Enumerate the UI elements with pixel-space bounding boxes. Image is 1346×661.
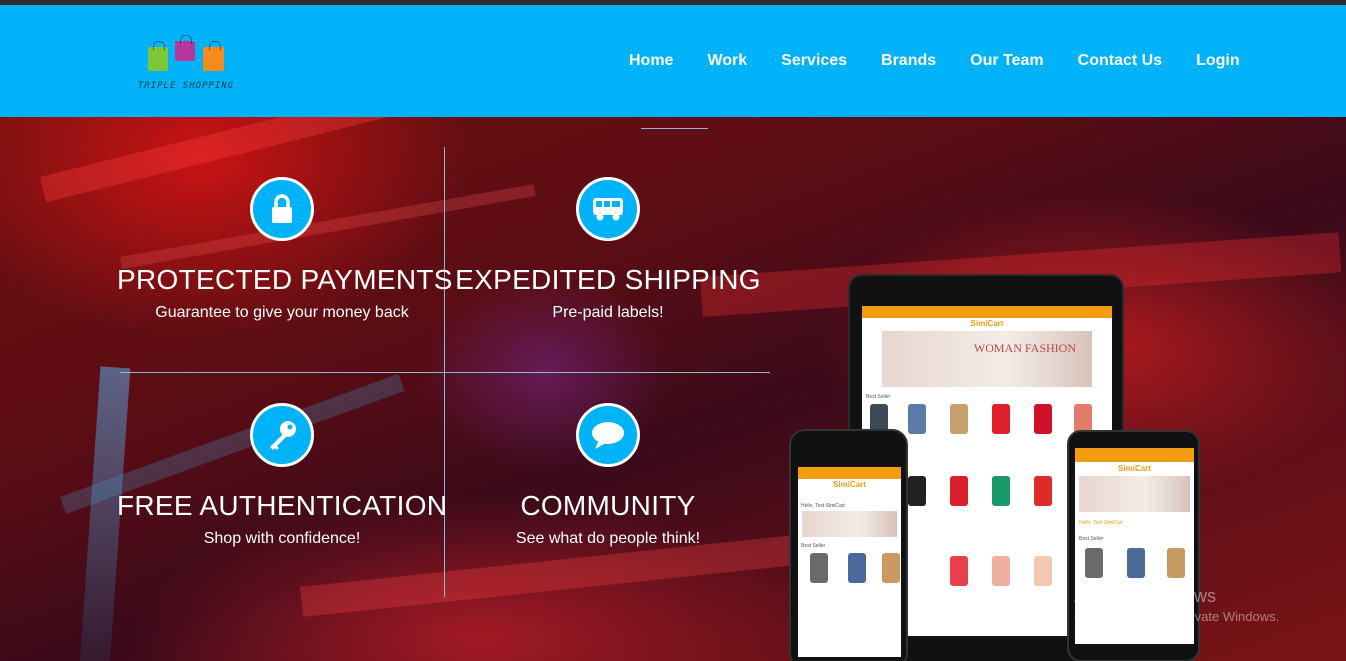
section-label: Best Seller [801, 543, 826, 549]
feature-subtitle: Guarantee to give your money back [155, 304, 409, 321]
feature-subtitle: Shop with confidence! [203, 530, 361, 547]
app-header-bar [862, 306, 1112, 318]
main-menu: Home Work Services Brands Our Team Conta… [612, 52, 1257, 82]
feature-free-authentication: FREE AUTHENTICATION Shop with confidence… [117, 403, 447, 549]
feature-subtitle: See what do people think! [515, 530, 701, 547]
top-divider [641, 128, 708, 129]
lock-icon [250, 177, 314, 241]
product-thumb [882, 553, 900, 583]
feature-title: FREE AUTHENTICATION [117, 490, 448, 521]
nav-brands[interactable]: Brands [864, 52, 953, 82]
feature-title: EXPEDITED SHIPPING [455, 264, 761, 295]
feature-protected-payments: PROTECTED PAYMENTS Guarantee to give you… [117, 177, 453, 323]
product-thumb [992, 476, 1010, 506]
product-thumb [950, 404, 968, 434]
logo-text: TRIPLE SHOPPING [137, 81, 235, 91]
horizontal-divider [120, 372, 770, 373]
product-thumb [848, 553, 866, 583]
key-icon [250, 403, 314, 467]
chat-bubble-icon [576, 403, 640, 467]
product-thumb [1085, 548, 1103, 578]
brand-logo[interactable]: TRIPLE SHOPPING [128, 35, 244, 97]
nav-home[interactable]: Home [612, 52, 690, 82]
feature-community: COMMUNITY See what do people think! [443, 403, 773, 549]
nav-contact-us[interactable]: Contact Us [1061, 52, 1179, 82]
product-thumb [992, 404, 1010, 434]
feature-subtitle: Pre-paid labels! [552, 304, 664, 321]
feature-title: PROTECTED PAYMENTS [117, 264, 453, 295]
product-thumb [908, 476, 926, 506]
section-label: Best Seller [866, 394, 891, 400]
phone-mockup-iphone: SimiCart Hello, Test SimiCart Best Selle… [789, 429, 908, 661]
navbar: TRIPLE SHOPPING Home Work Services Brand… [0, 5, 1346, 117]
feature-title: COMMUNITY [520, 490, 696, 521]
hero-section: PROTECTED PAYMENTS Guarantee to give you… [0, 117, 1346, 661]
product-thumb [1034, 556, 1052, 586]
product-thumb [1167, 548, 1185, 578]
app-logo: SimiCart [1118, 464, 1151, 473]
watermark-subtitle: Go to Settings to activate Windows. [1074, 609, 1280, 624]
truck-icon [576, 177, 640, 241]
product-thumb [1127, 548, 1145, 578]
product-thumb [908, 404, 926, 434]
nav-services[interactable]: Services [764, 52, 864, 82]
product-thumb [1034, 476, 1052, 506]
product-thumb [950, 476, 968, 506]
nav-login[interactable]: Login [1179, 52, 1257, 82]
purple-bag-icon [175, 35, 195, 61]
app-header-bar [1075, 448, 1194, 462]
app-banner [1079, 476, 1190, 512]
product-thumb [992, 556, 1010, 586]
product-thumb [1034, 404, 1052, 434]
app-banner: WOMAN FASHION [882, 331, 1092, 387]
nav-our-team[interactable]: Our Team [953, 52, 1061, 82]
feature-expedited-shipping: EXPEDITED SHIPPING Pre-paid labels! [443, 177, 773, 323]
product-thumb [810, 553, 828, 583]
greeting-text: Hello, Test SimiCart [801, 503, 845, 509]
product-thumb [950, 556, 968, 586]
nav-work[interactable]: Work [690, 52, 764, 82]
orange-bag-icon [203, 41, 224, 71]
app-banner [802, 511, 897, 537]
windows-activation-watermark: Activate Windows Go to Settings to activ… [1074, 586, 1279, 624]
phone-mockup-android: SimiCart Hello, Test SimiCart Best Selle… [1067, 430, 1200, 661]
section-label: Best Seller [1079, 536, 1104, 542]
greeting-text: Hello, Test SimiCart [1079, 520, 1123, 526]
app-header-bar [798, 467, 901, 479]
app-logo: SimiCart [970, 319, 1004, 328]
app-logo: SimiCart [833, 480, 866, 489]
banner-text: WOMAN FASHION [973, 341, 1076, 355]
phone-screen: SimiCart Hello, Test SimiCart Best Selle… [798, 467, 901, 657]
green-bag-icon [148, 41, 168, 71]
watermark-title: Activate Windows [1074, 586, 1217, 606]
